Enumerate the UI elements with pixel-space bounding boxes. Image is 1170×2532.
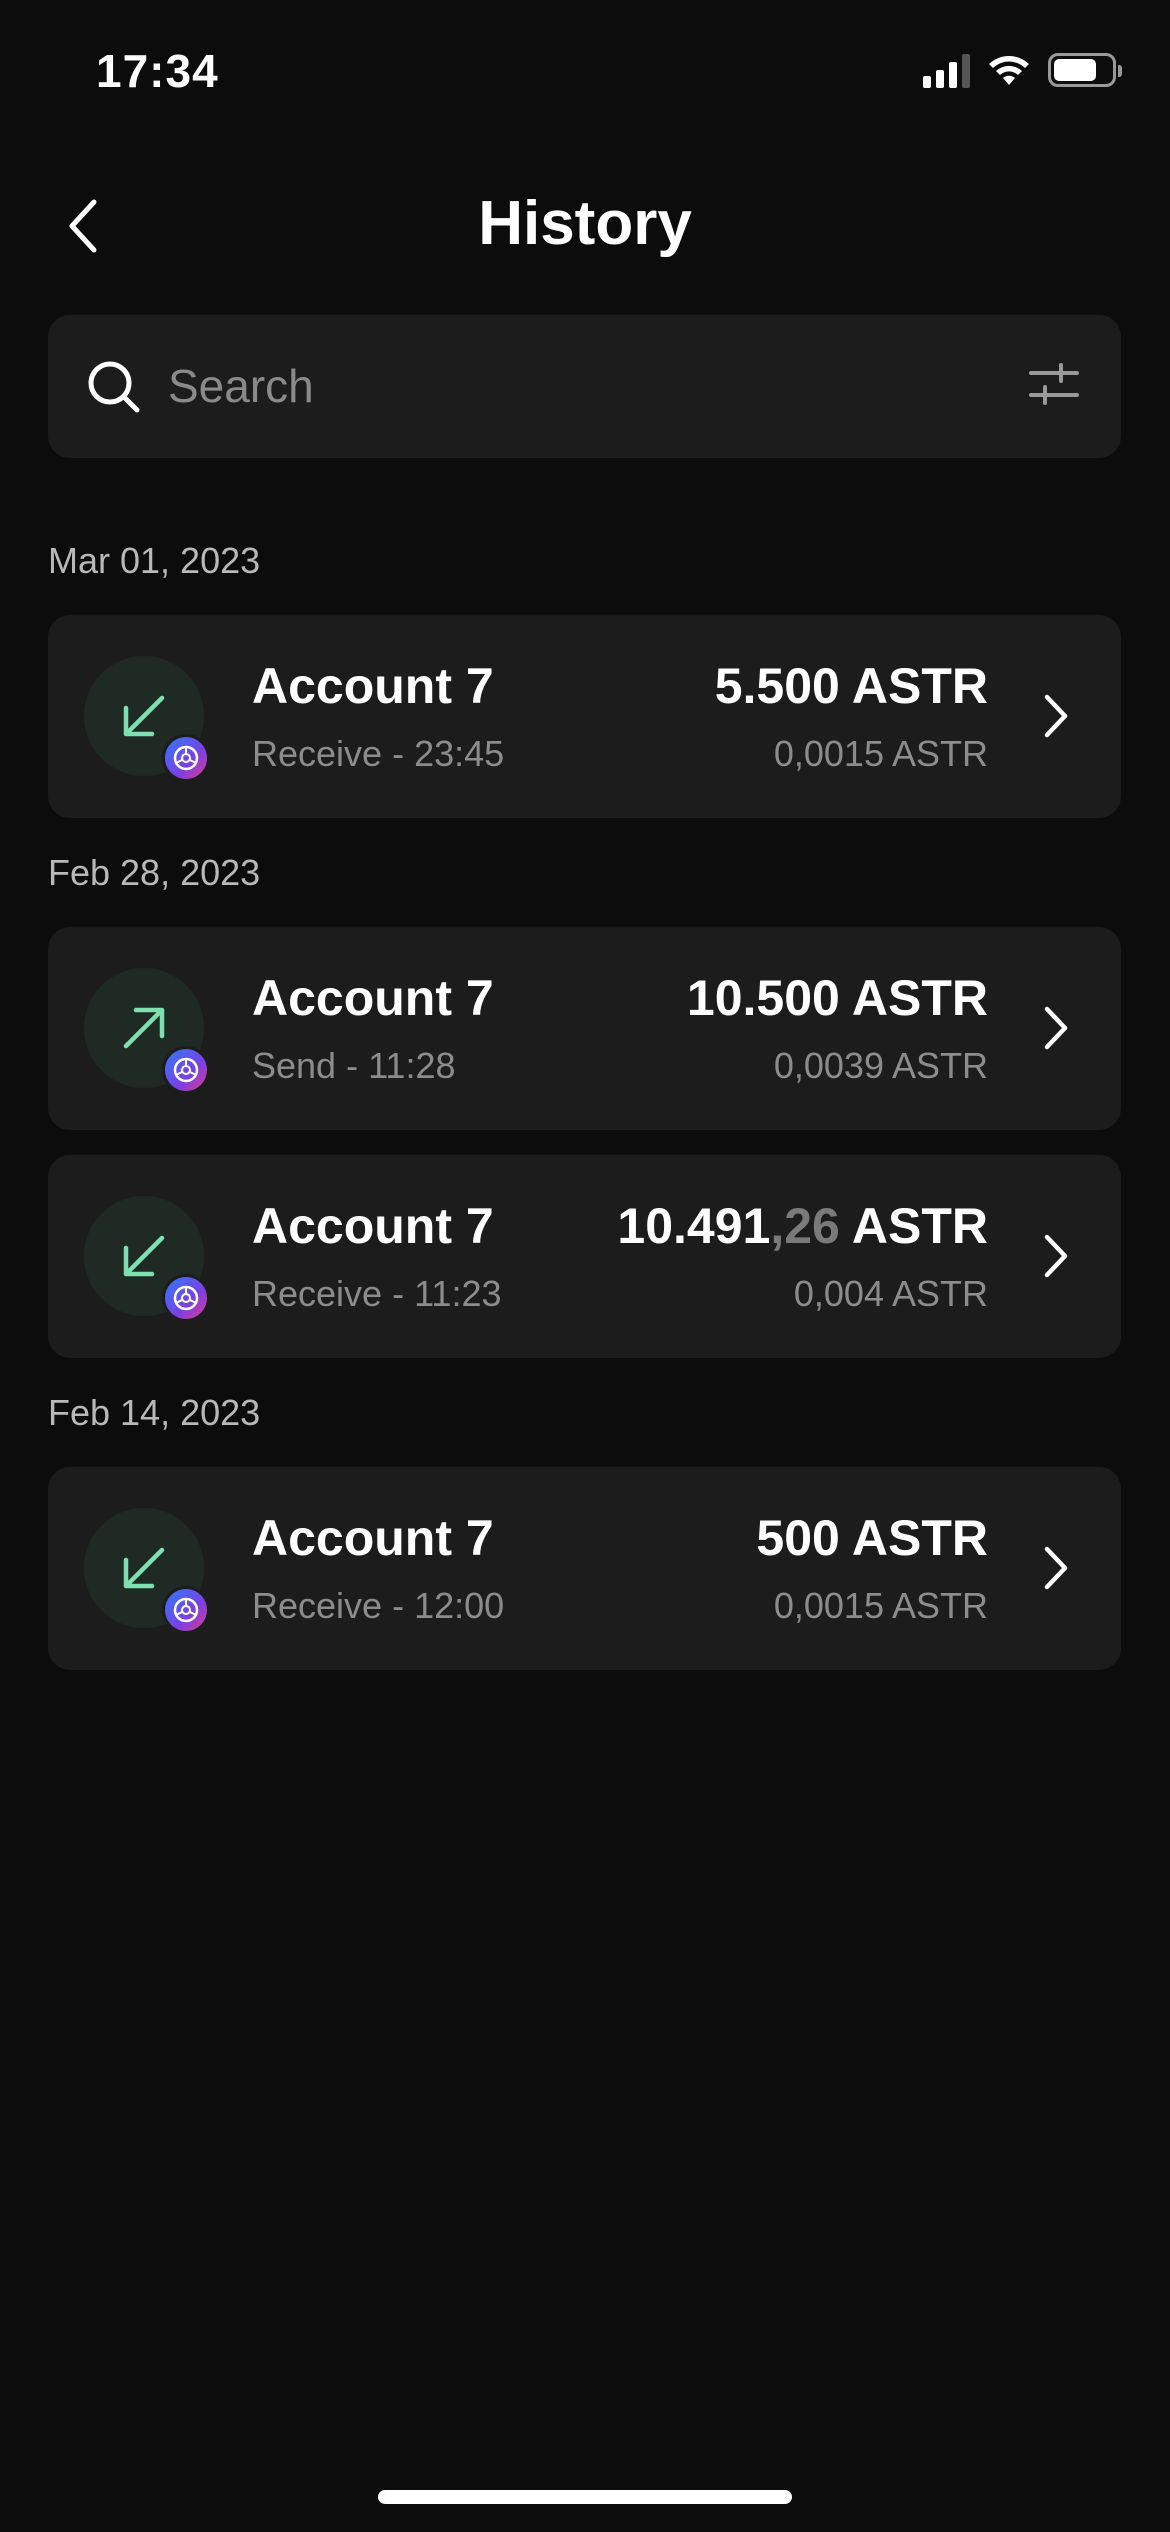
transaction-type: Receive bbox=[252, 1273, 383, 1314]
home-indicator bbox=[378, 2490, 792, 2504]
transaction-row[interactable]: Account 7 Send - 11:28 10.500 ASTR 0,003… bbox=[48, 927, 1121, 1130]
transaction-fee: 0,0039 ASTR bbox=[773, 1045, 988, 1086]
amount-unit: ASTR bbox=[851, 1198, 988, 1254]
account-name: Account 7 bbox=[252, 970, 494, 1026]
account-name: Account 7 bbox=[252, 658, 494, 714]
account-name: Account 7 bbox=[252, 1198, 494, 1254]
arrow-down-left-icon bbox=[123, 1547, 165, 1589]
transaction-type: Receive bbox=[252, 1585, 383, 1626]
transaction-amount: 10.500 ASTR bbox=[687, 969, 988, 1027]
status-icons bbox=[923, 52, 1122, 88]
arrow-down-left-icon bbox=[123, 1235, 165, 1277]
transaction-type-avatar bbox=[84, 656, 210, 782]
transaction-time: - 11:28 bbox=[346, 1045, 456, 1086]
amount-main: 10.491 bbox=[617, 1198, 771, 1254]
transaction-row[interactable]: Account 7 Receive - 11:23 10.491,26 ASTR… bbox=[48, 1155, 1121, 1358]
transaction-type-time: Send - 11:28 bbox=[252, 1045, 456, 1087]
astar-token-icon bbox=[162, 1274, 210, 1322]
transaction-row[interactable]: Account 7 Receive - 23:45 5.500 ASTR 0,0… bbox=[48, 615, 1121, 818]
date-header: Feb 28, 2023 bbox=[48, 852, 261, 893]
astar-token-icon bbox=[162, 1586, 210, 1634]
search-bar bbox=[48, 315, 1121, 458]
status-time: 17:34 bbox=[96, 45, 219, 97]
transaction-time: - 12:00 bbox=[392, 1585, 505, 1626]
amount-unit: ASTR bbox=[851, 1510, 988, 1566]
transaction-fee: 0,0015 ASTR bbox=[773, 1585, 988, 1626]
chevron-right-icon bbox=[1044, 1546, 1068, 1590]
transaction-time: - 11:23 bbox=[392, 1273, 502, 1314]
date-header: Mar 01, 2023 bbox=[48, 540, 261, 581]
date-header: Feb 14, 2023 bbox=[48, 1392, 261, 1433]
transaction-amount: 5.500 ASTR bbox=[715, 657, 988, 715]
amount-main: 10.500 bbox=[686, 970, 840, 1026]
cellular-signal-icon bbox=[923, 52, 970, 88]
transaction-type-time: Receive - 11:23 bbox=[252, 1273, 501, 1315]
transaction-type-avatar bbox=[84, 1196, 210, 1322]
transaction-type-time: Receive - 12:00 bbox=[252, 1585, 504, 1627]
page-title: History bbox=[478, 189, 692, 258]
sliders-icon[interactable] bbox=[1029, 361, 1079, 407]
chevron-right-icon bbox=[1044, 1006, 1068, 1050]
transaction-row[interactable]: Account 7 Receive - 12:00 500 ASTR 0,001… bbox=[48, 1467, 1121, 1670]
transaction-type-avatar bbox=[84, 968, 210, 1094]
transaction-type-avatar bbox=[84, 1508, 210, 1634]
search-input[interactable] bbox=[166, 345, 990, 427]
amount-unit: ASTR bbox=[851, 970, 988, 1026]
transaction-fee: 0,004 ASTR bbox=[793, 1273, 988, 1314]
battery-icon bbox=[1048, 53, 1122, 87]
amount-decimals: ,26 bbox=[770, 1198, 840, 1254]
header: History bbox=[0, 180, 1170, 270]
search-icon bbox=[88, 361, 140, 413]
account-name: Account 7 bbox=[252, 1510, 494, 1566]
amount-unit: ASTR bbox=[851, 658, 988, 714]
astar-token-icon bbox=[162, 1046, 210, 1094]
transaction-type: Send bbox=[252, 1045, 337, 1086]
transaction-time: - 23:45 bbox=[392, 733, 505, 774]
transaction-amount: 10.491,26 ASTR bbox=[617, 1197, 988, 1255]
astar-token-icon bbox=[162, 734, 210, 782]
transaction-type: Receive bbox=[252, 733, 383, 774]
arrow-up-right-icon bbox=[123, 1007, 165, 1049]
wifi-icon bbox=[989, 56, 1029, 85]
status-bar: 17:34 bbox=[0, 0, 1170, 150]
amount-main: 5.500 bbox=[714, 658, 840, 714]
amount-main: 500 bbox=[756, 1510, 840, 1566]
chevron-right-icon bbox=[1044, 694, 1068, 738]
transaction-type-time: Receive - 23:45 bbox=[252, 733, 504, 775]
arrow-down-left-icon bbox=[123, 695, 165, 737]
transaction-fee: 0,0015 ASTR bbox=[773, 733, 988, 774]
chevron-right-icon bbox=[1044, 1234, 1068, 1278]
transaction-amount: 500 ASTR bbox=[756, 1509, 988, 1567]
